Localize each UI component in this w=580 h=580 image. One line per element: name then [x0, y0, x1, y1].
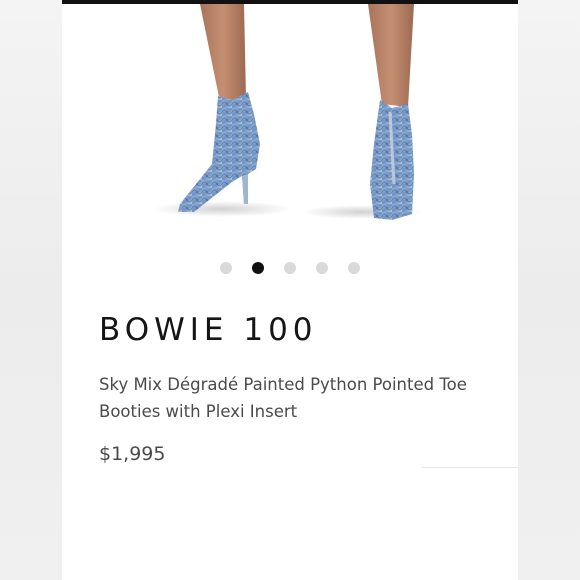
product-price: $1,995 [99, 443, 166, 465]
left-gutter [0, 0, 62, 580]
carousel-dot-4[interactable] [316, 262, 328, 274]
product-image[interactable] [62, 4, 518, 244]
divider [422, 467, 518, 468]
right-gutter [518, 0, 580, 580]
carousel-dot-1[interactable] [220, 262, 232, 274]
carousel-dot-3[interactable] [284, 262, 296, 274]
carousel-dot-5[interactable] [348, 262, 360, 274]
product-card: BOWIE 100 Sky Mix Dégradé Painted Python… [62, 0, 518, 580]
carousel-dot-2-active[interactable] [252, 262, 264, 274]
product-description: Sky Mix Dégradé Painted Python Pointed T… [99, 375, 467, 421]
product-title: BOWIE 100 [99, 312, 318, 348]
screenshot-frame: BOWIE 100 Sky Mix Dégradé Painted Python… [0, 0, 580, 580]
carousel-dots [62, 262, 518, 276]
